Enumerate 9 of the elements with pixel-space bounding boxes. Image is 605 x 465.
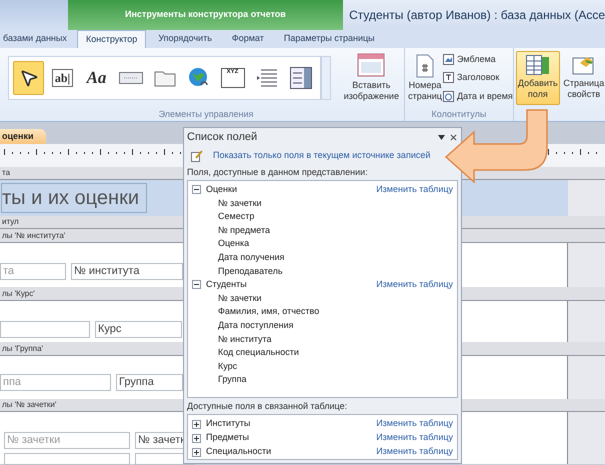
context-tab-group-header: Инструменты конструктора отчетов: [68, 0, 344, 30]
group-label: Колонтитулы: [432, 108, 486, 121]
label-icon: Aa: [86, 65, 106, 90]
panel-title: Список полей: [187, 130, 258, 145]
section-label: Доступные поля в связанной таблице:: [187, 400, 348, 413]
group-label: Элементы управления: [158, 108, 254, 121]
window-title: Студенты (автор Иванов) : база данных (Acce: [343, 0, 605, 30]
section-label: Поля, доступные в данном представлении:: [187, 166, 369, 179]
textbox-icon: ab|: [52, 68, 74, 87]
